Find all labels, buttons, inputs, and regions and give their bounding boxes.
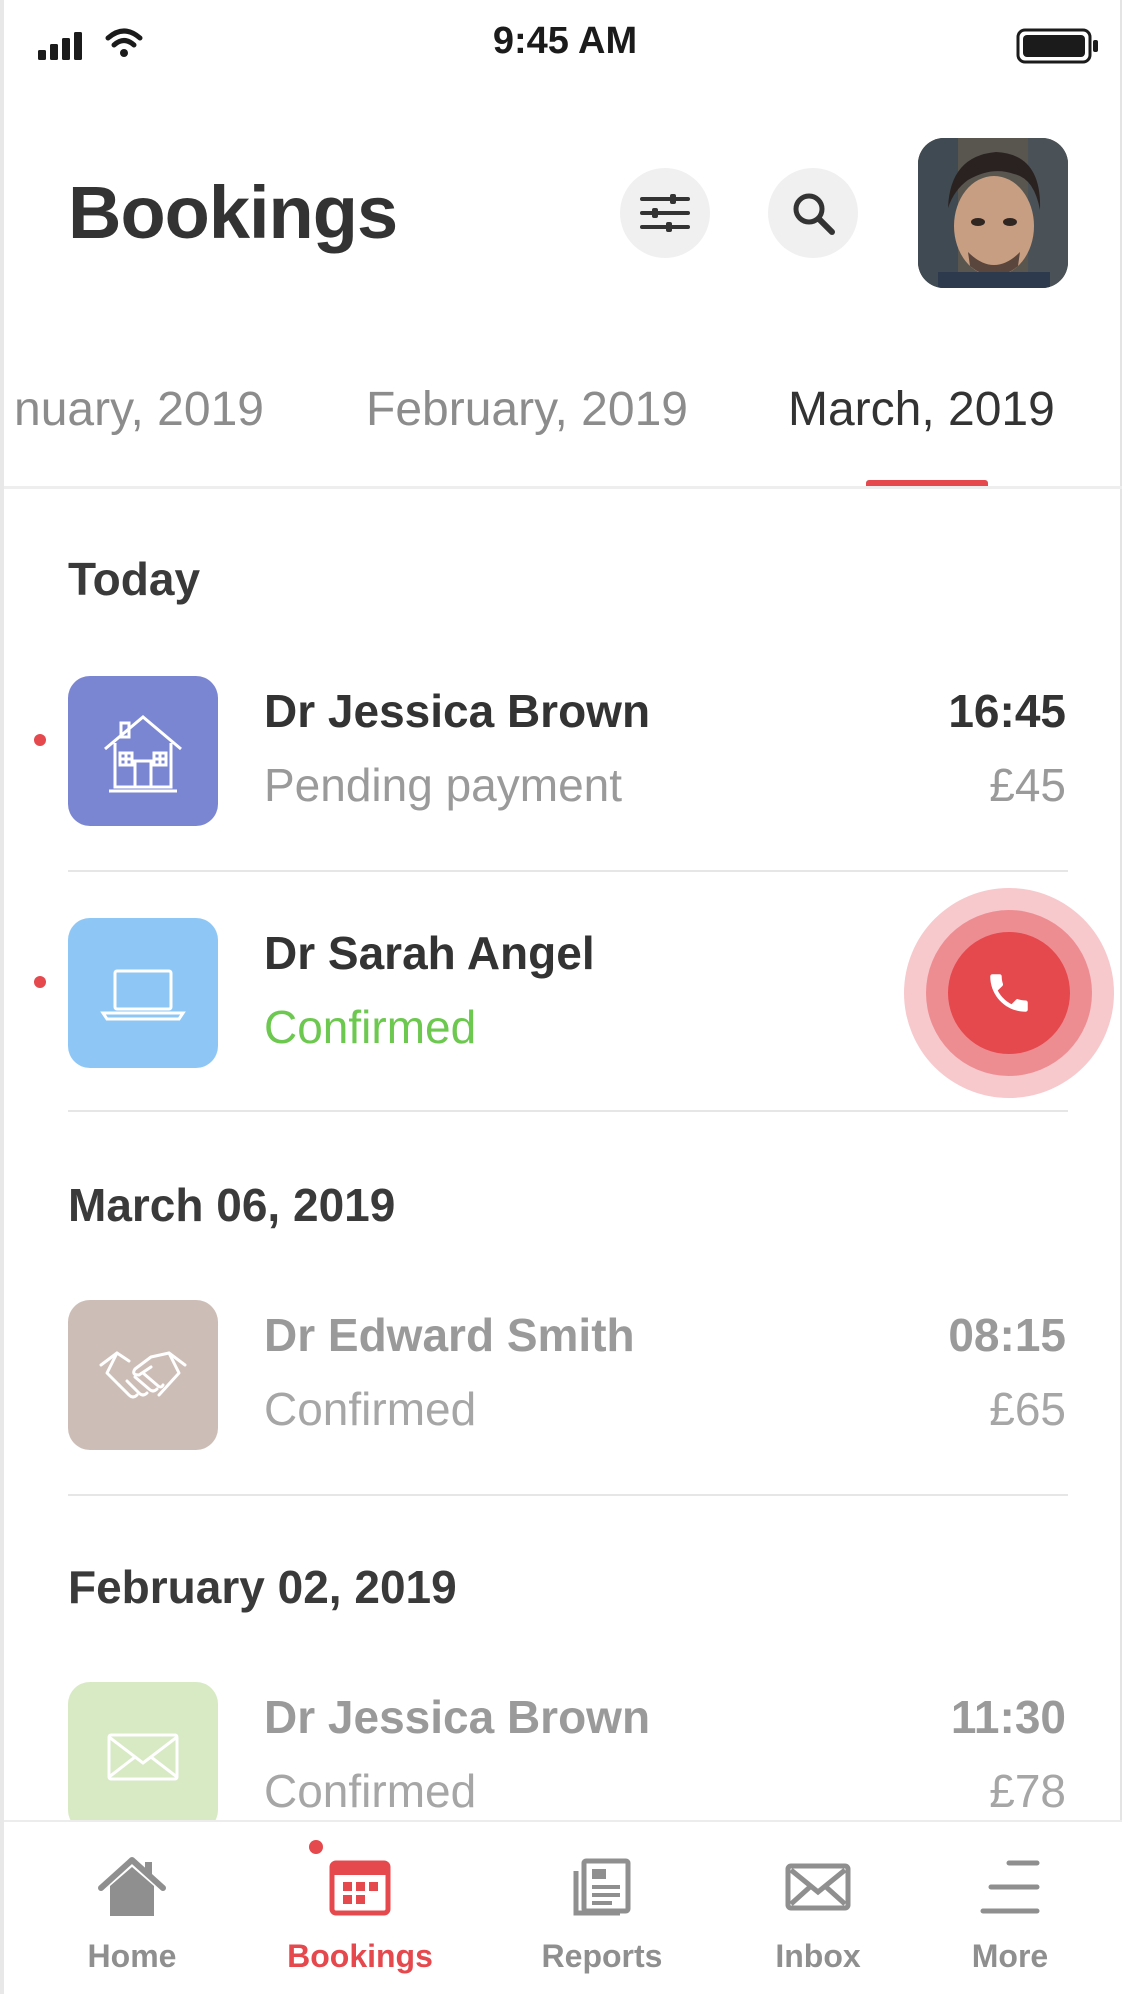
profile-photo — [918, 138, 1068, 288]
tab-march[interactable]: March, 2019 — [788, 382, 1055, 437]
calendar-icon — [309, 1840, 395, 1922]
booking-icon-tile — [68, 1300, 218, 1450]
section-title-march-06: March 06, 2019 — [68, 1179, 396, 1231]
booking-icon-tile — [68, 1682, 218, 1832]
house-icon — [104, 715, 182, 793]
row-divider — [68, 1110, 1068, 1112]
booking-name: Dr Edward Smith — [264, 1309, 635, 1361]
call-button-halo — [904, 888, 1114, 1098]
nav-badge-dot — [309, 1840, 323, 1854]
nav-item-reports[interactable]: Reports — [524, 1822, 680, 1994]
booking-name: Dr Jessica Brown — [264, 1691, 651, 1743]
phone-icon — [990, 974, 1028, 1012]
avatar[interactable] — [918, 138, 1068, 288]
phone-screen: 9:45 AM Bookings nuary, 2019 February, 2… — [0, 0, 1122, 1994]
booking-time: 11:30 — [950, 1691, 1066, 1743]
search-icon — [793, 193, 835, 235]
section-title-today: Today — [68, 553, 201, 605]
section-title-february-02: February 02, 2019 — [68, 1561, 457, 1613]
laptop-icon — [100, 969, 186, 1021]
booking-time: 08:15 — [948, 1309, 1066, 1361]
booking-name: Dr Jessica Brown — [264, 685, 651, 737]
booking-price: £65 — [989, 1383, 1066, 1435]
row-divider — [68, 1494, 1068, 1496]
booking-name: Dr Sarah Angel — [264, 927, 595, 979]
tab-february[interactable]: February, 2019 — [366, 382, 688, 437]
page-title: Bookings — [68, 171, 398, 254]
booking-price: £45 — [989, 759, 1066, 811]
tabs-divider — [4, 486, 1122, 489]
booking-price: £78 — [989, 1765, 1066, 1817]
home-icon — [97, 1852, 167, 1922]
status-time: 9:45 AM — [492, 20, 638, 62]
booking-status: Confirmed — [264, 1383, 477, 1435]
tab-january[interactable]: nuary, 2019 — [14, 382, 264, 437]
booking-status: Confirmed — [264, 1765, 477, 1817]
booking-row[interactable]: Dr Jessica Brown Pending payment 16:45 £… — [4, 650, 1122, 850]
search-button[interactable] — [768, 168, 858, 258]
unread-dot — [34, 976, 46, 988]
row-divider — [68, 870, 1068, 872]
unread-dot — [34, 734, 46, 746]
nav-item-more[interactable]: More — [940, 1822, 1080, 1994]
booking-icon-tile — [68, 918, 218, 1068]
nav-item-home[interactable]: Home — [62, 1822, 202, 1994]
nav-label: More — [971, 1938, 1049, 1974]
booking-time: 16:45 — [948, 685, 1066, 737]
battery-icon — [1016, 28, 1098, 64]
call-button[interactable] — [948, 932, 1070, 1054]
booking-status: Pending payment — [264, 759, 623, 811]
bottom-nav: Home Bookings Reports Inbox More — [4, 1820, 1122, 1994]
month-tabs: nuary, 2019 February, 2019 March, 2019 — [4, 370, 1122, 490]
menu-icon — [975, 1852, 1045, 1922]
document-icon — [567, 1852, 637, 1922]
sliders-icon — [640, 194, 690, 232]
filter-button[interactable] — [620, 168, 710, 258]
nav-label: Inbox — [775, 1938, 861, 1974]
booking-status: Confirmed — [264, 1001, 477, 1053]
status-bar: 9:45 AM — [4, 0, 1122, 90]
nav-label: Bookings — [287, 1938, 433, 1974]
inbox-icon — [783, 1852, 853, 1922]
call-button-ring — [926, 910, 1092, 1076]
nav-item-bookings[interactable]: Bookings — [280, 1822, 440, 1994]
booking-row[interactable]: Dr Edward Smith Confirmed 08:15 £65 — [4, 1274, 1122, 1474]
nav-item-inbox[interactable]: Inbox — [748, 1822, 888, 1994]
booking-icon-tile — [68, 676, 218, 826]
nav-label: Reports — [541, 1938, 663, 1974]
handshake-icon — [99, 1351, 187, 1399]
nav-label: Home — [87, 1938, 177, 1974]
envelope-icon — [107, 1733, 179, 1781]
